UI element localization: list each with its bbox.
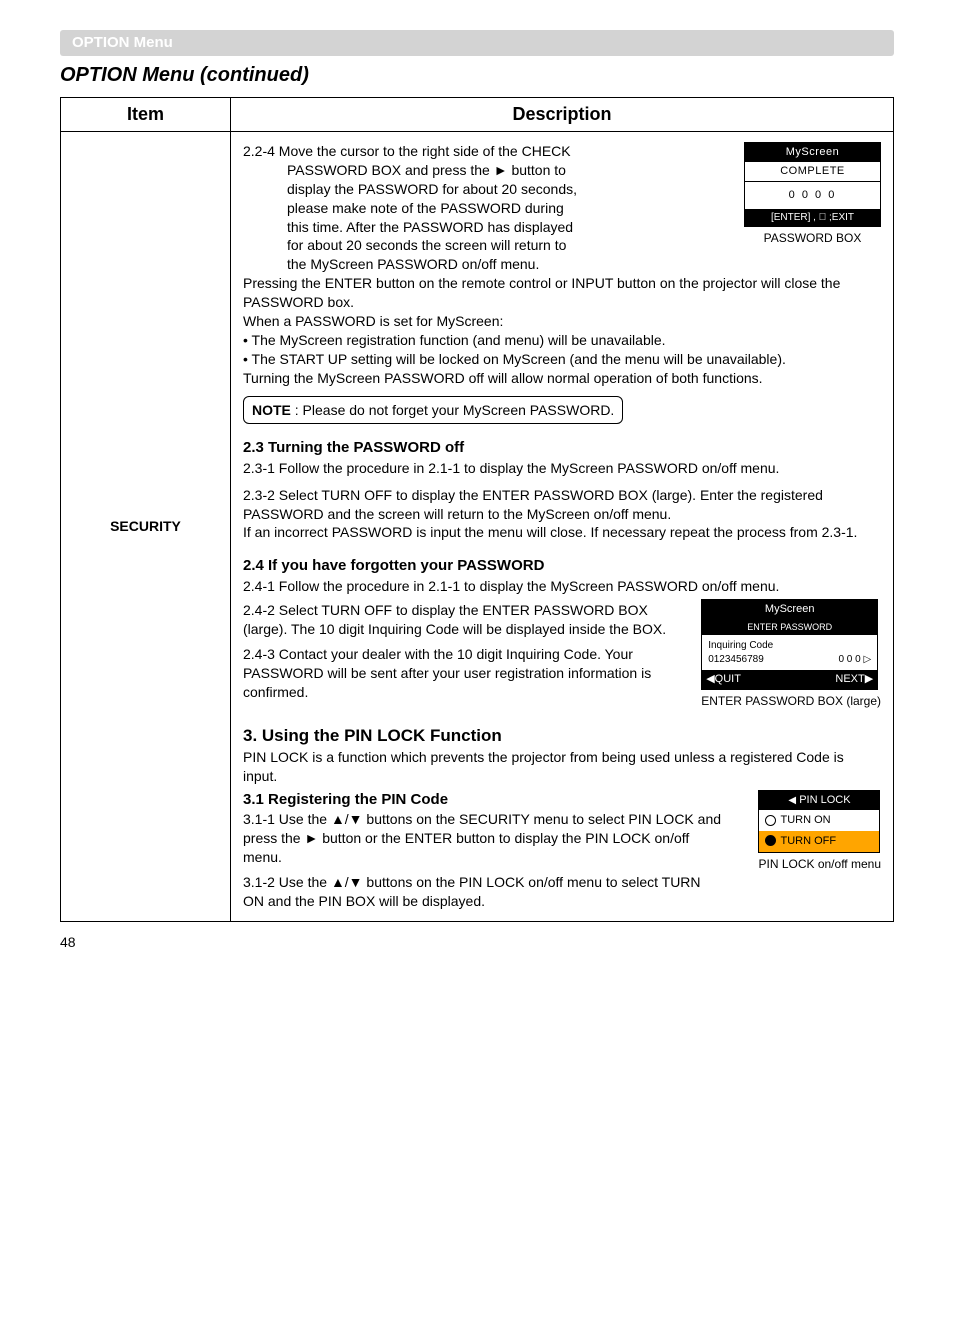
p-242: 2.4-2 Select TURN OFF to display the ENT… bbox=[243, 601, 683, 639]
epw-quit: ◀QUIT bbox=[706, 672, 741, 687]
pin-off: TURN OFF bbox=[780, 835, 836, 847]
epw-caption: ENTER PASSWORD BOX (large) bbox=[701, 693, 881, 709]
pin-caption: PIN LOCK on/off menu bbox=[758, 856, 881, 872]
p-232b: If an incorrect PASSWORD is input the me… bbox=[243, 523, 881, 542]
epw-next: NEXT▶ bbox=[835, 672, 873, 687]
p-224-p2: Pressing the ENTER button on the remote … bbox=[243, 274, 881, 312]
section-title: OPTION Menu (continued) bbox=[60, 64, 894, 87]
epw-code: 0123456789 bbox=[708, 653, 764, 667]
epw-title: MyScreen bbox=[702, 600, 877, 619]
p-312: 3.1-2 Use the ▲/▼ buttons on the PIN LOC… bbox=[243, 873, 723, 911]
header-label: OPTION Menu bbox=[72, 34, 173, 51]
pin-lock-figure: ◀ PIN LOCK TURN ON TURN OFF PIN LOCK on/… bbox=[758, 790, 881, 872]
p-224-b2: • The START UP setting will be locked on… bbox=[243, 350, 881, 369]
p-232a: 2.3-2 Select TURN OFF to display the ENT… bbox=[243, 486, 881, 524]
osd-digits: 0 0 0 0 bbox=[745, 182, 880, 209]
p-224-p4: Turning the MyScreen PASSWORD off will a… bbox=[243, 369, 881, 388]
p-241: 2.4-1 Follow the procedure in 2.1-1 to d… bbox=[243, 577, 881, 596]
row-description: MyScreen COMPLETE 0 0 0 0 [ENTER] , 󰂨 ;E… bbox=[231, 132, 894, 922]
note-box: NOTE : Please do not forget your MyScree… bbox=[243, 396, 623, 425]
page-number: 48 bbox=[60, 934, 894, 950]
p-243: 2.4-3 Contact your dealer with the 10 di… bbox=[243, 645, 683, 702]
password-box-figure: MyScreen COMPLETE 0 0 0 0 [ENTER] , 󰂨 ;E… bbox=[744, 142, 881, 246]
p-224-p3: When a PASSWORD is set for MyScreen: bbox=[243, 312, 881, 331]
enter-password-figure: MyScreen ENTER PASSWORD Inquiring Code 0… bbox=[701, 599, 881, 709]
pin-title: PIN LOCK bbox=[799, 794, 850, 806]
note-text: NOTE : Please do not forget your MyScree… bbox=[252, 402, 614, 418]
row-item-security: SECURITY bbox=[61, 132, 231, 922]
p-3: PIN LOCK is a function which prevents th… bbox=[243, 748, 881, 786]
p-224-b1: • The MyScreen registration function (an… bbox=[243, 331, 881, 350]
pin-on: TURN ON bbox=[780, 814, 830, 826]
osd-foot: [ENTER] , 󰂨 ;EXIT bbox=[745, 209, 880, 227]
p-231: 2.3-1 Follow the procedure in 2.1-1 to d… bbox=[243, 459, 881, 478]
epw-inq: Inquiring Code bbox=[708, 639, 871, 653]
option-table: Item Description SECURITY MyScreen COMPL… bbox=[60, 97, 894, 922]
osd-caption: PASSWORD BOX bbox=[744, 230, 881, 246]
p-311: 3.1-1 Use the ▲/▼ buttons on the SECURIT… bbox=[243, 810, 723, 867]
th-description: Description bbox=[231, 98, 894, 132]
header-band: OPTION Menu bbox=[60, 30, 894, 56]
th-item: Item bbox=[61, 98, 231, 132]
osd-title: MyScreen bbox=[745, 143, 880, 162]
epw-sub: ENTER PASSWORD bbox=[702, 619, 877, 635]
h-3: 3. Using the PIN LOCK Function bbox=[243, 725, 881, 748]
osd-complete: COMPLETE bbox=[745, 162, 880, 182]
p-224-l7: the MyScreen PASSWORD on/off menu. bbox=[243, 255, 881, 274]
epw-right: 0 0 0 ▷ bbox=[838, 653, 871, 667]
h-24: 2.4 If you have forgotten your PASSWORD bbox=[243, 556, 881, 576]
h-23: 2.3 Turning the PASSWORD off bbox=[243, 438, 881, 458]
